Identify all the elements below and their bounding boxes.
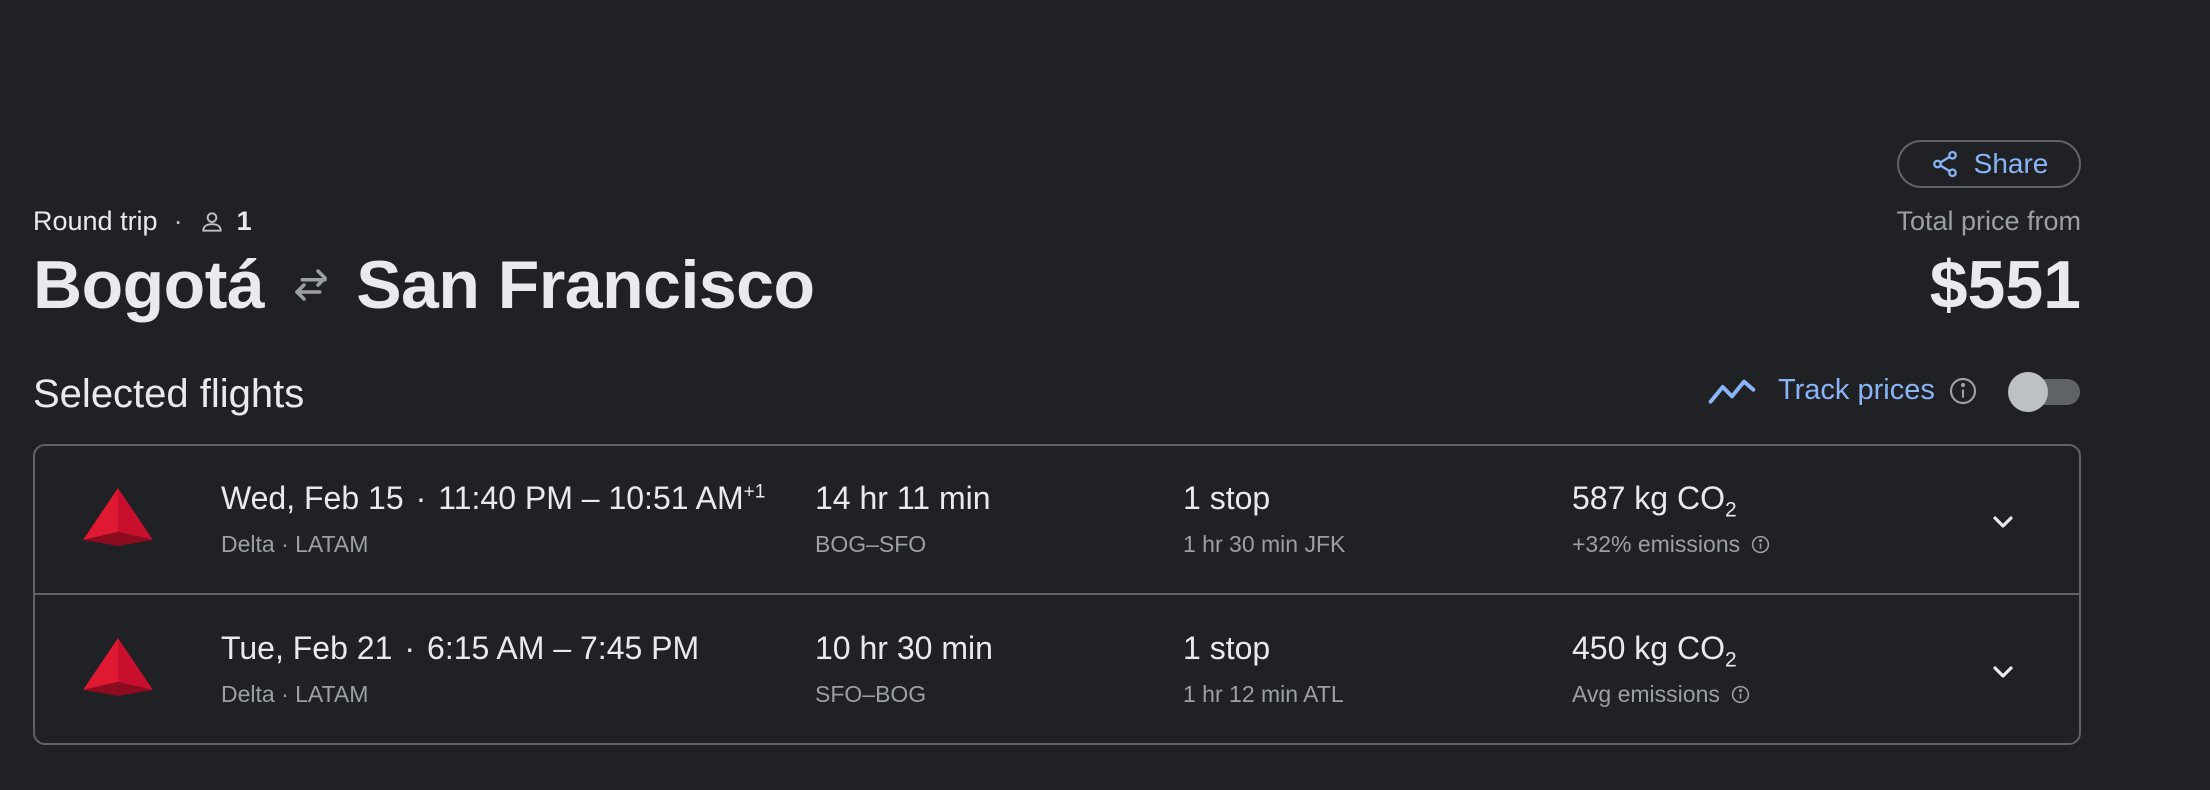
person-icon [201, 211, 222, 232]
info-icon[interactable] [1947, 375, 1979, 407]
track-prices-toggle[interactable] [2008, 372, 2080, 412]
flight-date: Wed, Feb 15 [221, 480, 404, 516]
stops-value: 1 stop [1183, 480, 1271, 516]
separator-dot: · [415, 480, 427, 516]
destination-city: San Francisco [356, 247, 815, 323]
co2-amount: 450 kg CO [1572, 630, 1725, 666]
expand-button[interactable] [1981, 500, 2025, 544]
flight-times: Wed, Feb 15 · 11:40 PM – 10:51 AM+1 Delta … [221, 480, 765, 558]
airline-names: Delta · LATAM [221, 681, 369, 707]
flight-stops: 1 stop 1 hr 30 min JFK [1183, 480, 1345, 558]
flight-date: Tue, Feb 21 [221, 630, 393, 666]
airline-names: Delta · LATAM [221, 531, 369, 557]
flight-duration: 10 hr 30 min SFO–BOG [815, 630, 993, 708]
swap-arrows-icon [295, 269, 327, 301]
info-icon[interactable] [1730, 684, 1751, 705]
co2-value: 587 kg CO2 [1572, 480, 1771, 520]
emissions-info: Avg emissions [1572, 681, 1751, 708]
times-line: Wed, Feb 15 · 11:40 PM – 10:51 AM+1 [221, 480, 766, 516]
trip-meta: Round trip · 1 [33, 206, 252, 237]
arrive-time: 10:51 AM [608, 480, 744, 516]
passenger-count[interactable]: 1 [237, 206, 252, 237]
co2-amount: 587 kg CO [1572, 480, 1725, 516]
arrive-time: 7:45 PM [580, 630, 700, 666]
duration-value: 10 hr 30 min [815, 630, 993, 666]
delta-logo-icon [83, 638, 153, 696]
chevron-down-icon [1993, 516, 2013, 528]
track-prices[interactable]: Track prices [1708, 374, 1979, 407]
selected-flights-heading: Selected flights [33, 372, 305, 416]
emissions-label: +32% emissions [1572, 531, 1741, 557]
total-price: $551 [1929, 247, 2081, 323]
co2-value: 450 kg CO2 [1572, 630, 1751, 670]
flight-duration: 14 hr 11 min BOG–SFO [815, 480, 991, 558]
trend-line-icon [1708, 379, 1756, 404]
share-icon [1932, 150, 1957, 178]
flight-emissions: 587 kg CO2 +32% emissions [1572, 480, 1771, 558]
co2-subscript: 2 [1724, 498, 1737, 522]
info-icon[interactable] [1750, 534, 1771, 555]
flight-stops: 1 stop 1 hr 12 min ATL [1183, 630, 1344, 708]
origin-city: Bogotá [33, 247, 265, 323]
stops-value: 1 stop [1183, 630, 1271, 666]
flight-times: Tue, Feb 21 · 6:15 AM – 7:45 PM Delta · LA… [221, 630, 699, 708]
depart-time: 6:15 AM [427, 630, 545, 666]
day-offset: +1 [743, 481, 766, 503]
selected-flights-card: Wed, Feb 15 · 11:40 PM – 10:51 AM+1 Delta … [33, 444, 2081, 745]
chevron-down-icon [1993, 666, 2013, 678]
emissions-label: Avg emissions [1572, 681, 1720, 707]
separator-dot: · [404, 630, 416, 666]
share-label: Share [1973, 148, 2049, 179]
flight-row-return[interactable]: Tue, Feb 21 · 6:15 AM – 7:45 PM Delta · LA… [35, 596, 2079, 745]
expand-button[interactable] [1981, 650, 2025, 694]
emissions-info: +32% emissions [1572, 531, 1771, 558]
share-button[interactable]: Share [1897, 140, 2081, 188]
trip-type[interactable]: Round trip [33, 206, 158, 237]
flight-emissions: 450 kg CO2 Avg emissions [1572, 630, 1751, 708]
duration-value: 14 hr 11 min [815, 480, 991, 516]
route-title: Bogotá San Francisco [33, 246, 815, 324]
delta-logo-icon [83, 488, 153, 546]
toggle-knob [2008, 372, 2048, 412]
co2-subscript: 2 [1724, 648, 1737, 672]
depart-time: 11:40 PM [438, 480, 573, 516]
separator-dot: · [173, 206, 183, 236]
layover-info: 1 hr 12 min ATL [1183, 681, 1344, 707]
route-codes: SFO–BOG [815, 681, 927, 707]
track-prices-label: Track prices [1778, 374, 1935, 406]
flight-row-outbound[interactable]: Wed, Feb 15 · 11:40 PM – 10:51 AM+1 Delta … [35, 446, 2079, 595]
flight-summary-page: Share Round trip · 1 Bogotá San Francisc… [0, 0, 2210, 790]
price-label: Total price from [1896, 206, 2081, 236]
layover-info: 1 hr 30 min JFK [1183, 531, 1346, 557]
times-line: Tue, Feb 21 · 6:15 AM – 7:45 PM [221, 630, 700, 666]
route-codes: BOG–SFO [815, 531, 927, 557]
